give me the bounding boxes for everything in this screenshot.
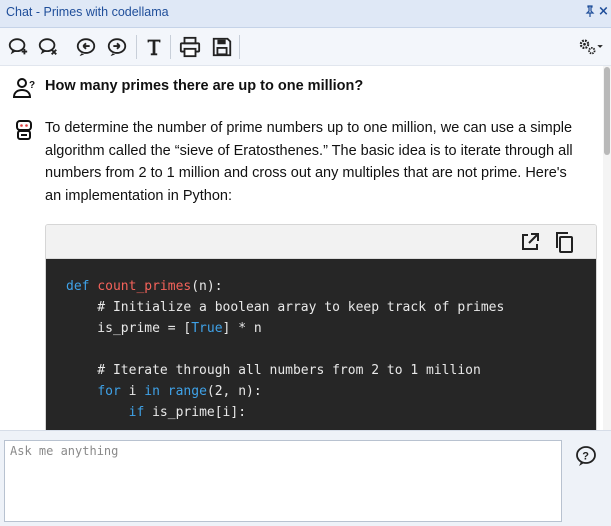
- chat-input[interactable]: [4, 440, 562, 522]
- code-line: for i in range(2, n):: [97, 384, 262, 399]
- next-icon[interactable]: [105, 35, 129, 59]
- assistant-answer: To determine the number of prime numbers…: [45, 117, 590, 208]
- settings-gear-icon[interactable]: [575, 35, 605, 59]
- code-block-header: [46, 225, 596, 259]
- close-icon[interactable]: ×: [598, 4, 609, 19]
- answer-line: To determine the number of prime numbers…: [45, 120, 573, 136]
- copy-icon[interactable]: [553, 231, 575, 253]
- toolbar-separator: [170, 35, 171, 59]
- code-block: def count_primes(n): # Initialize a bool…: [45, 224, 597, 430]
- window-title: Chat - Primes with codellama: [6, 5, 169, 19]
- code-line: if is_prime[i]:: [128, 405, 247, 420]
- code-line: # Iterate through all numbers from 2 to …: [66, 363, 481, 378]
- assistant-robot-icon: [12, 118, 36, 142]
- print-icon[interactable]: [178, 35, 202, 59]
- code-body: def count_primes(n): # Initialize a bool…: [46, 259, 596, 430]
- answer-line: an implementation in Python:: [45, 188, 232, 205]
- chat-transcript: ? How many primes there are up to one mi…: [0, 66, 603, 430]
- chat-scrollbar[interactable]: [603, 66, 611, 430]
- previous-icon[interactable]: [74, 35, 98, 59]
- user-question: How many primes there are up to one mill…: [45, 78, 364, 94]
- scrollbar-thumb[interactable]: [604, 67, 610, 155]
- new-chat-icon[interactable]: [6, 35, 30, 59]
- svg-text:?: ?: [582, 451, 589, 463]
- text-format-icon[interactable]: [142, 35, 166, 59]
- toolbar-separator: [239, 35, 240, 59]
- help-icon[interactable]: ?: [575, 445, 597, 467]
- save-icon[interactable]: [210, 35, 234, 59]
- user-question-icon: ?: [12, 76, 36, 100]
- toolbar-separator: [136, 35, 137, 59]
- pin-icon[interactable]: [585, 5, 595, 20]
- clear-chat-icon[interactable]: [36, 35, 60, 59]
- code-line: def count_primes(n):: [66, 279, 223, 294]
- code-line: # Initialize a boolean array to keep tra…: [66, 300, 505, 315]
- answer-line: numbers from 2 to 1 million and cross ou…: [45, 165, 567, 182]
- open-external-icon[interactable]: [519, 231, 541, 253]
- svg-text:?: ?: [29, 80, 35, 91]
- title-bar: Chat - Primes with codellama ×: [0, 0, 611, 28]
- answer-line: algorithm called the “sieve of Eratosthe…: [45, 142, 573, 159]
- code-line: is_prime = [True] * n: [66, 321, 262, 336]
- input-area: ?: [0, 430, 611, 526]
- toolbar: [0, 28, 611, 66]
